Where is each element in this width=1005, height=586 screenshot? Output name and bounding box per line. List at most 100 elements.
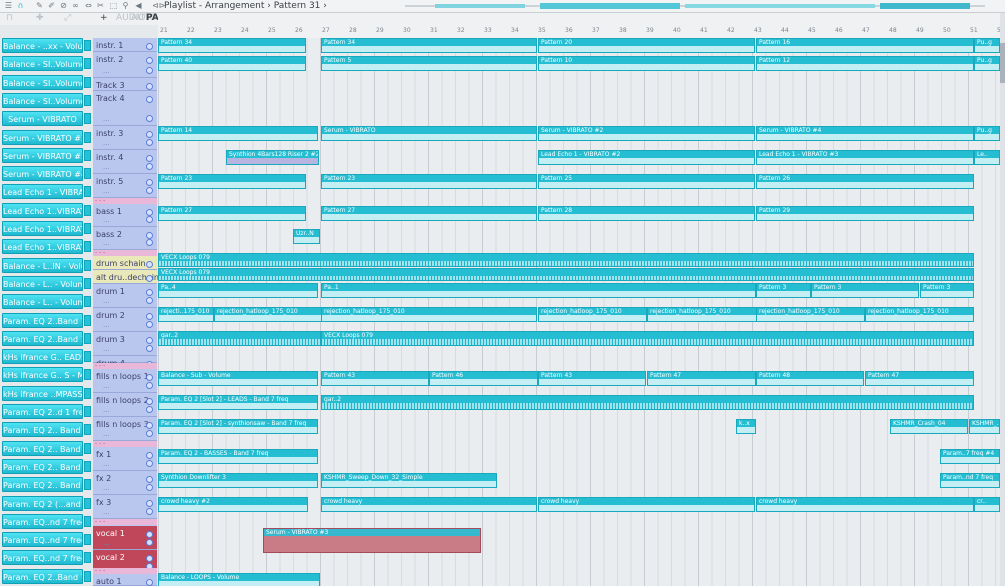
playlist-clip[interactable]: Serum - VIBRATO #4 bbox=[756, 126, 974, 141]
channel-button[interactable]: Param. EQ 2..d 1 freq #2 bbox=[2, 404, 83, 419]
channel-button[interactable]: kHs ifrance G.. EADS - Mix bbox=[2, 349, 83, 365]
channel-select-toggle[interactable] bbox=[84, 515, 91, 527]
playlist-clip[interactable]: Pattern 23 bbox=[158, 174, 306, 189]
delete-icon[interactable]: ⊘ bbox=[59, 1, 68, 10]
vertical-scrollbar[interactable] bbox=[1000, 13, 1005, 586]
track-header[interactable]: fills n loops 1... bbox=[93, 369, 157, 393]
channel-select-toggle[interactable] bbox=[84, 94, 91, 106]
track-mute-led[interactable] bbox=[146, 476, 153, 483]
track-select-led[interactable] bbox=[146, 67, 153, 74]
playlist-title-bar[interactable]: ☰ ∩ ✎ ✐ ⊘ ∞ ⇔ ✂ ⬚ ⚲ ◀ ⊲⊳ Playlist - Arra… bbox=[0, 0, 1005, 13]
playlist-clip[interactable]: crowd heavy bbox=[538, 497, 755, 512]
track-mute-led[interactable] bbox=[146, 275, 153, 282]
playlist-clip[interactable]: rejection_hatloop_175_010 bbox=[647, 307, 757, 322]
magnet-icon[interactable]: ⊓ bbox=[6, 13, 13, 23]
track-select-led[interactable] bbox=[146, 216, 153, 223]
zoom-icon[interactable]: ⚲ bbox=[121, 1, 130, 10]
pencil-icon[interactable]: ✎ bbox=[35, 1, 44, 10]
track-header[interactable]: instr. 5... bbox=[93, 174, 157, 198]
channel-button[interactable]: kHs ifrance G.. S - Mix #2 bbox=[2, 367, 83, 383]
channel-button[interactable]: kHs ifrance ..MPASS - Mix bbox=[2, 385, 83, 401]
playlist-clip[interactable]: Pattern 3 bbox=[756, 283, 811, 298]
channel-button[interactable]: Param. EQ 2..Band 7 freq bbox=[2, 568, 83, 584]
playlist-clip[interactable]: VECX Loops 079 bbox=[158, 253, 974, 267]
playlist-clip[interactable]: crowd heavy bbox=[321, 497, 537, 512]
track-select-led[interactable] bbox=[146, 115, 153, 122]
track-header[interactable]: fx 2... bbox=[93, 471, 157, 495]
track-mute-led[interactable] bbox=[146, 179, 153, 186]
select-icon[interactable]: ⬚ bbox=[109, 1, 118, 10]
track-select-led[interactable] bbox=[146, 139, 153, 146]
track-select-led[interactable] bbox=[146, 484, 153, 491]
playlist-clip[interactable]: Pattern 25 bbox=[538, 174, 755, 189]
track-header[interactable]: fills n loops 2... bbox=[93, 393, 157, 417]
channel-select-toggle[interactable] bbox=[84, 131, 91, 143]
track-header[interactable]: fx 3... bbox=[93, 495, 157, 519]
playlist-clip[interactable]: gar..2 bbox=[321, 395, 974, 410]
playlist-clip[interactable]: Pattern 3 bbox=[811, 283, 919, 298]
plus-icon[interactable]: ✚ bbox=[36, 13, 44, 23]
playlist-clip[interactable]: Lead Echo 1 - VIBRATO #2 bbox=[538, 150, 755, 165]
track-header[interactable]: alt dru..dechain bbox=[93, 270, 159, 284]
channel-select-toggle[interactable] bbox=[84, 424, 91, 436]
track-mute-led[interactable] bbox=[146, 398, 153, 405]
song-overview[interactable] bbox=[405, 2, 985, 10]
channel-select-toggle[interactable] bbox=[84, 223, 91, 234]
playlist-clip[interactable]: Synthion 4Bars128 Riser 2 #2 bbox=[226, 150, 319, 165]
track-header[interactable]: instr. 1 bbox=[93, 38, 157, 52]
playlist-clip[interactable]: Pattern 43 bbox=[321, 371, 429, 386]
playlist-clip[interactable]: Param..7 freq #4 bbox=[940, 449, 1000, 464]
track-header[interactable]: instr. 3... bbox=[93, 126, 157, 150]
track-mute-led[interactable] bbox=[146, 500, 153, 507]
track-header[interactable]: fills n loops 3... bbox=[93, 417, 157, 441]
channel-button[interactable]: Param. EQ 2 (...and 7 freq bbox=[2, 495, 83, 511]
playlist-clip[interactable]: Pu..g bbox=[974, 56, 1000, 71]
playlist-clip[interactable]: k..x bbox=[736, 419, 756, 434]
playlist-clip[interactable]: Serum - VIBRATO bbox=[321, 126, 537, 141]
playlist-clip[interactable]: Lead Echo 1 - VIBRATO #3 bbox=[756, 150, 974, 165]
playlist-clip[interactable]: Pattern 40 bbox=[158, 56, 306, 71]
channel-select-toggle[interactable] bbox=[84, 332, 91, 344]
playlist-clip[interactable]: gar..2 bbox=[158, 331, 321, 346]
channel-button[interactable]: Param. EQ 2..Band 7 freq bbox=[2, 312, 83, 328]
channel-button[interactable]: Param. EQ 2..Band 1 freq bbox=[2, 330, 83, 346]
channel-select-toggle[interactable] bbox=[84, 186, 91, 198]
track-mute-led[interactable] bbox=[146, 131, 153, 138]
playlist-clip[interactable]: cr.. bbox=[974, 497, 1000, 512]
track-mute-led[interactable] bbox=[146, 374, 153, 381]
playlist-grid[interactable]: Pattern 34 Pattern 34 Pattern 20 Pattern 16… bbox=[158, 38, 1000, 586]
channel-select-toggle[interactable] bbox=[84, 259, 91, 271]
track-select-led[interactable] bbox=[146, 460, 153, 467]
playlist-clip[interactable]: Pattern 5 bbox=[321, 56, 537, 71]
track-mute-led[interactable] bbox=[146, 155, 153, 162]
channel-select-toggle[interactable] bbox=[84, 113, 91, 125]
channel-select-toggle[interactable] bbox=[84, 406, 91, 417]
mute-icon[interactable]: ∞ bbox=[71, 1, 80, 10]
channel-select-toggle[interactable] bbox=[84, 552, 91, 564]
track-header[interactable]: vocal 1... bbox=[93, 526, 157, 550]
track-select-led[interactable] bbox=[146, 539, 153, 546]
channel-button[interactable]: Param. EQ 2.. Band 7 freq bbox=[2, 440, 83, 456]
channel-select-toggle[interactable] bbox=[84, 442, 91, 454]
track-select-led[interactable] bbox=[146, 345, 153, 352]
playlist-clip[interactable]: VECX Loops 079 bbox=[321, 331, 974, 346]
playlist-clip[interactable]: Pattern 23 bbox=[321, 174, 537, 189]
arrow-icon[interactable]: ⊲⊳ bbox=[152, 1, 165, 10]
track-select-led[interactable] bbox=[146, 239, 153, 246]
track-header[interactable]: bass 2... bbox=[93, 227, 157, 250]
playlist-clip[interactable]: Pattern 27 bbox=[321, 206, 537, 221]
playlist-clip[interactable]: Pattern 12 bbox=[756, 56, 974, 71]
channel-select-toggle[interactable] bbox=[84, 570, 91, 582]
channel-select-toggle[interactable] bbox=[84, 277, 91, 289]
playlist-clip[interactable]: crowd heavy #2 bbox=[158, 497, 308, 512]
playlist-clip[interactable]: rejection_hatloop_175_010 bbox=[538, 307, 647, 322]
channel-button[interactable]: Param. EQ..nd 7 freq #3 bbox=[2, 550, 83, 566]
channel-select-toggle[interactable] bbox=[84, 369, 91, 381]
channel-select-toggle[interactable] bbox=[84, 40, 91, 51]
track-select-led[interactable] bbox=[146, 187, 153, 194]
playlist-clip[interactable]: Param. EQ 2 [Slot 2] - synthionsaw - Ban… bbox=[158, 419, 318, 434]
playlist-clip[interactable]: Pattern 46 bbox=[429, 371, 538, 386]
playlist-clip[interactable]: Pattern 16 bbox=[756, 38, 974, 53]
track-mute-led[interactable] bbox=[146, 337, 153, 344]
track-header[interactable]: fx 1... bbox=[93, 447, 157, 471]
